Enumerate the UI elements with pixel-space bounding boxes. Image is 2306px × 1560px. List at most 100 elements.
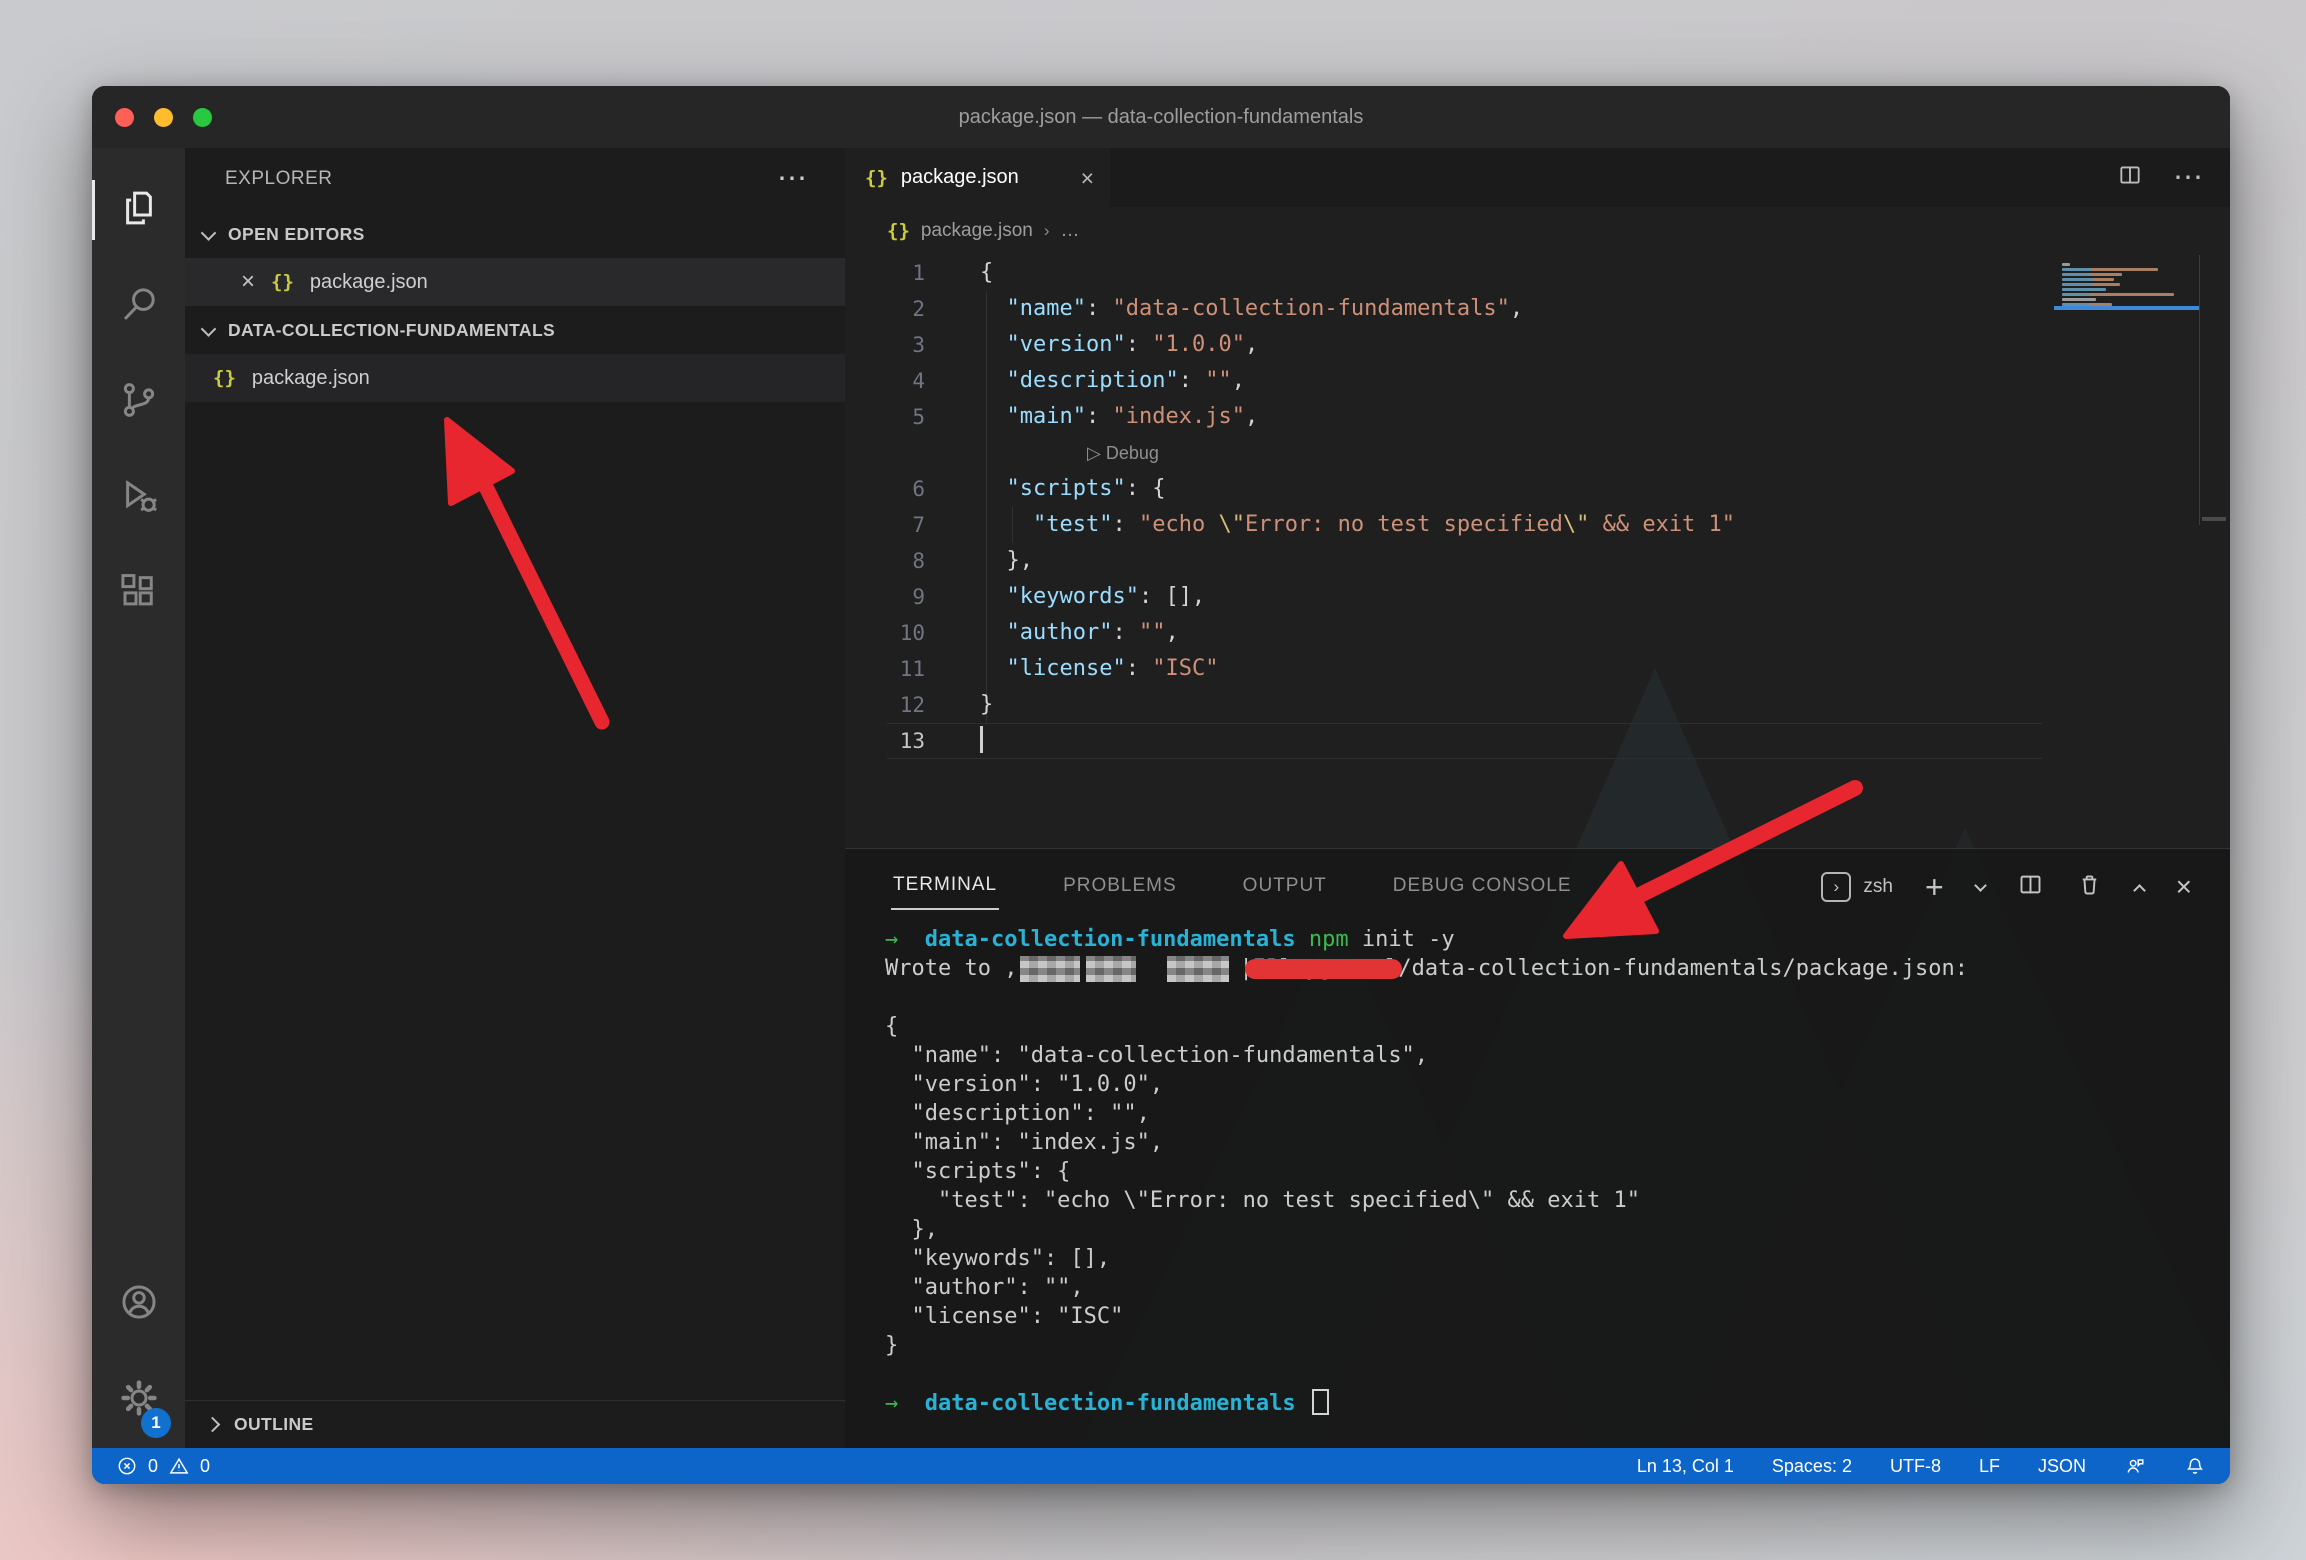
json-file-icon: {}	[213, 367, 236, 389]
minimap[interactable]	[2054, 258, 2200, 316]
maximize-panel-icon[interactable]	[2133, 884, 2146, 897]
terminal-dropdown-icon[interactable]	[1974, 879, 1987, 892]
terminal-output-line: "author": "",	[885, 1273, 2230, 1302]
encoding-setting[interactable]: UTF-8	[1890, 1456, 1941, 1477]
code-line[interactable]: 9 "keywords": [],	[845, 579, 2230, 615]
terminal-output-line: }	[885, 1331, 2230, 1360]
pixelated-redaction	[1167, 956, 1229, 982]
command-program: npm	[1309, 927, 1349, 952]
code-line[interactable]: 10 "author": "",	[845, 615, 2230, 651]
accounts-button[interactable]	[92, 1256, 185, 1352]
code-line[interactable]: 11 "license": "ISC"	[845, 651, 2230, 687]
code-editor[interactable]: 1{2 "name": "data-collection-fundamental…	[845, 255, 2230, 848]
code-lines: 1{2 "name": "data-collection-fundamental…	[845, 255, 2230, 759]
account-icon	[118, 1281, 160, 1328]
run-debug-activity-button[interactable]	[92, 450, 185, 546]
editor-more-actions-button[interactable]: ⋯	[2173, 160, 2204, 195]
tab-problems[interactable]: PROBLEMS	[1061, 865, 1179, 909]
feedback-icon[interactable]	[2124, 1455, 2146, 1477]
terminal-output-line: },	[885, 1215, 2230, 1244]
command-args: init -y	[1349, 927, 1455, 952]
code-line[interactable]: 13	[845, 723, 2230, 759]
warning-count[interactable]: 0	[200, 1456, 210, 1477]
language-mode[interactable]: JSON	[2038, 1456, 2086, 1477]
eol-setting[interactable]: LF	[1979, 1456, 2000, 1477]
minimap-current-line	[2054, 306, 2200, 310]
tab-package-json[interactable]: {} package.json ×	[845, 148, 1110, 207]
prompt-cwd: data-collection-fundamentals	[925, 1391, 1296, 1416]
file-label: package.json	[252, 367, 370, 390]
workspace-section-header[interactable]: DATA-COLLECTION-FUNDAMENTALS	[185, 306, 845, 354]
cursor-position[interactable]: Ln 13, Col 1	[1637, 1456, 1734, 1477]
kill-terminal-icon[interactable]	[2076, 871, 2103, 903]
open-editors-section-header[interactable]: OPEN EDITORS	[185, 210, 845, 258]
terminal-shell-selector[interactable]: › zsh	[1821, 872, 1893, 902]
npm-wrote-line: Wrote to ,|IPlayg-saml/data-collection-f…	[885, 954, 2230, 983]
explorer-activity-button[interactable]	[92, 162, 185, 258]
tab-output[interactable]: OUTPUT	[1241, 865, 1329, 909]
code-line[interactable]: 7 "test": "echo \"Error: no test specifi…	[845, 507, 2230, 543]
terminal-output-line: "description": "",	[885, 1099, 2230, 1128]
prompt-cwd: data-collection-fundamentals	[925, 927, 1296, 952]
shell-label: zsh	[1863, 876, 1893, 898]
code-line[interactable]: 3 "version": "1.0.0",	[845, 327, 2230, 363]
code-line[interactable]: ▷ Debug	[845, 435, 2230, 471]
scrollbar-marker[interactable]	[2202, 517, 2226, 521]
close-tab-icon[interactable]: ×	[1081, 166, 1094, 190]
terminal-output-line: "test": "echo \"Error: no test specified…	[885, 1186, 2230, 1215]
editor-cursor	[980, 726, 983, 753]
minimap-border	[2199, 255, 2200, 525]
errors-icon[interactable]	[116, 1455, 138, 1477]
zoom-window-button[interactable]	[193, 108, 212, 127]
split-terminal-icon[interactable]	[2017, 871, 2044, 903]
code-line[interactable]: 1{	[845, 255, 2230, 291]
split-editor-icon[interactable]	[2117, 162, 2143, 193]
terminal-icon: ›	[1821, 872, 1851, 902]
source-control-activity-button[interactable]	[92, 354, 185, 450]
git-branch-icon	[118, 379, 160, 426]
code-line[interactable]: 6 "scripts": {	[845, 471, 2230, 507]
terminal-content[interactable]: → data-collection-fundamentals npm init …	[845, 925, 2230, 1448]
tab-label: package.json	[901, 166, 1019, 189]
code-line[interactable]: 12}	[845, 687, 2230, 723]
indentation-setting[interactable]: Spaces: 2	[1772, 1456, 1852, 1477]
tab-debug-console[interactable]: DEBUG CONSOLE	[1391, 865, 1574, 909]
code-line[interactable]: 5 "main": "index.js",	[845, 399, 2230, 435]
warnings-icon[interactable]	[168, 1455, 190, 1477]
outline-section-header[interactable]: OUTLINE	[185, 1400, 845, 1448]
breadcrumb-symbol[interactable]: …	[1061, 220, 1080, 242]
chevron-down-icon	[201, 225, 217, 241]
breadcrumb-file[interactable]: package.json	[921, 220, 1033, 242]
terminal-output-line: "version": "1.0.0",	[885, 1070, 2230, 1099]
close-window-button[interactable]	[115, 108, 134, 127]
file-item-package-json[interactable]: {} package.json	[185, 354, 845, 402]
extensions-activity-button[interactable]	[92, 546, 185, 642]
terminal-output-line: "license": "ISC"	[885, 1302, 2230, 1331]
code-line[interactable]: 2 "name": "data-collection-fundamentals"…	[845, 291, 2230, 327]
npm-init-output: { "name": "data-collection-fundamentals"…	[885, 1012, 2230, 1360]
json-file-icon: {}	[865, 167, 888, 189]
search-activity-button[interactable]	[92, 258, 185, 354]
terminal-output-line: "main": "index.js",	[885, 1128, 2230, 1157]
breadcrumb[interactable]: {} package.json › …	[845, 207, 2230, 255]
code-line[interactable]: 4 "description": "",	[845, 363, 2230, 399]
open-editor-item-package-json[interactable]: × {} package.json	[185, 258, 845, 306]
chevron-right-icon	[205, 1417, 221, 1433]
tab-terminal[interactable]: TERMINAL	[891, 864, 999, 910]
minimize-window-button[interactable]	[154, 108, 173, 127]
new-terminal-button[interactable]: +	[1925, 869, 1944, 906]
bell-icon[interactable]	[2184, 1455, 2206, 1477]
explorer-more-actions-button[interactable]: ⋯	[777, 169, 809, 189]
json-file-icon: {}	[271, 271, 294, 293]
red-marker-redaction: IPlayg-saml	[1253, 954, 1399, 983]
terminal-output-line: "name": "data-collection-fundamentals",	[885, 1041, 2230, 1070]
code-line[interactable]: 8 },	[845, 543, 2230, 579]
settings-button[interactable]: 1	[92, 1352, 185, 1448]
prompt-arrow: →	[885, 1391, 898, 1416]
close-editor-icon[interactable]: ×	[241, 270, 255, 294]
close-panel-icon[interactable]: ×	[2176, 871, 2192, 903]
sidebar-title: EXPLORER	[225, 168, 332, 190]
error-count[interactable]: 0	[148, 1456, 158, 1477]
terminal-cursor	[1312, 1389, 1329, 1415]
open-editor-file-label: package.json	[310, 271, 428, 294]
